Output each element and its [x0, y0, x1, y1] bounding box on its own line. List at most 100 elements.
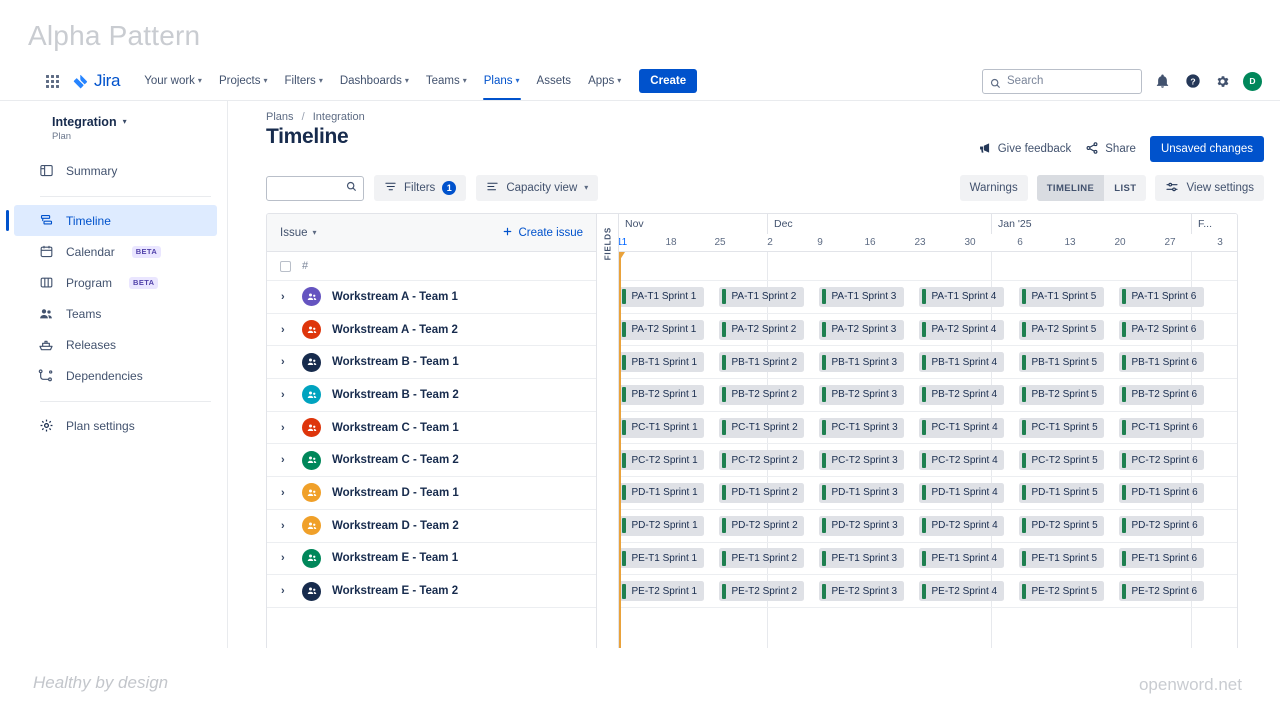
- table-row[interactable]: › Workstream D - Team 1: [267, 477, 596, 510]
- sprint-bar[interactable]: PC-T2 Sprint 4: [919, 450, 1004, 471]
- sprint-bar[interactable]: PC-T2 Sprint 2: [719, 450, 804, 471]
- sprint-bar[interactable]: PA-T1 Sprint 4: [919, 286, 1004, 307]
- global-search-box[interactable]: [982, 68, 1142, 94]
- table-row[interactable]: › Workstream C - Team 1: [267, 412, 596, 445]
- nav-item-plans[interactable]: Plans ▾: [476, 62, 528, 100]
- sprint-bar[interactable]: PD-T2 Sprint 3: [819, 515, 904, 536]
- sprint-bar[interactable]: PC-T1 Sprint 3: [819, 417, 904, 438]
- nav-item-teams[interactable]: Teams ▾: [418, 62, 475, 100]
- sidebar-item-plan-settings[interactable]: Plan settings: [14, 410, 217, 441]
- table-row[interactable]: › Workstream B - Team 1: [267, 346, 596, 380]
- sprint-bar[interactable]: PA-T2 Sprint 1: [619, 319, 704, 340]
- sprint-bar[interactable]: PC-T2 Sprint 3: [819, 450, 904, 471]
- sidebar-item-teams[interactable]: Teams: [14, 298, 217, 329]
- nav-item-apps[interactable]: Apps ▾: [580, 62, 629, 100]
- sprint-bar[interactable]: PE-T2 Sprint 3: [819, 581, 904, 602]
- expand-chevron-icon[interactable]: ›: [281, 422, 291, 434]
- nav-item-assets[interactable]: Assets: [529, 62, 580, 100]
- sprint-bar[interactable]: PB-T1 Sprint 1: [619, 352, 704, 373]
- sprint-bar[interactable]: PB-T1 Sprint 5: [1019, 352, 1104, 373]
- sidebar-item-releases[interactable]: Releases: [14, 329, 217, 360]
- sprint-bar[interactable]: PD-T1 Sprint 5: [1019, 482, 1104, 503]
- sprint-bar[interactable]: PB-T2 Sprint 6: [1119, 384, 1204, 405]
- sprint-bar[interactable]: PD-T1 Sprint 1: [619, 482, 704, 503]
- sidebar-item-timeline[interactable]: Timeline: [6, 205, 217, 236]
- breadcrumb-plans[interactable]: Plans: [266, 111, 294, 123]
- table-row[interactable]: › Workstream B - Team 2: [267, 379, 596, 412]
- sprint-bar[interactable]: PC-T2 Sprint 5: [1019, 450, 1104, 471]
- timeline-search-box[interactable]: [266, 175, 364, 201]
- global-search-input[interactable]: [1007, 75, 1141, 87]
- table-row[interactable]: › Workstream A - Team 1: [267, 281, 596, 314]
- sprint-bar[interactable]: PA-T2 Sprint 3: [819, 319, 904, 340]
- jira-logo[interactable]: Jira: [72, 71, 121, 91]
- warnings-button[interactable]: Warnings: [959, 175, 1028, 201]
- table-row[interactable]: › Workstream A - Team 2: [267, 314, 596, 347]
- expand-chevron-icon[interactable]: ›: [281, 585, 291, 597]
- view-mode-timeline[interactable]: TIMELINE: [1036, 175, 1105, 201]
- sprint-bar[interactable]: PA-T1 Sprint 5: [1019, 286, 1104, 307]
- sprint-bar[interactable]: PC-T1 Sprint 6: [1119, 417, 1204, 438]
- expand-chevron-icon[interactable]: ›: [281, 389, 291, 401]
- nav-item-filters[interactable]: Filters ▾: [277, 62, 331, 100]
- capacity-view-dropdown[interactable]: Capacity view ▾: [476, 175, 599, 201]
- expand-chevron-icon[interactable]: ›: [281, 324, 291, 336]
- expand-chevron-icon[interactable]: ›: [281, 552, 291, 564]
- sprint-bar[interactable]: PC-T1 Sprint 2: [719, 417, 804, 438]
- sprint-bar[interactable]: PD-T1 Sprint 4: [919, 482, 1004, 503]
- breadcrumb-integration[interactable]: Integration: [313, 111, 365, 123]
- create-button[interactable]: Create: [639, 69, 698, 93]
- sprint-bar[interactable]: PD-T2 Sprint 5: [1019, 515, 1104, 536]
- user-avatar[interactable]: D: [1243, 71, 1262, 91]
- view-settings-button[interactable]: View settings: [1155, 175, 1264, 201]
- notifications-bell-icon[interactable]: [1153, 72, 1172, 91]
- issue-column-dropdown[interactable]: Issue ▾: [280, 227, 317, 239]
- fields-column[interactable]: FIELDS: [597, 214, 619, 648]
- sprint-bar[interactable]: PE-T2 Sprint 1: [619, 581, 704, 602]
- sprint-bar[interactable]: PD-T1 Sprint 6: [1119, 482, 1204, 503]
- sprint-bar[interactable]: PD-T2 Sprint 4: [919, 515, 1004, 536]
- sprint-bar[interactable]: PE-T2 Sprint 5: [1019, 581, 1104, 602]
- sprint-bar[interactable]: PC-T1 Sprint 1: [619, 417, 704, 438]
- sprint-bar[interactable]: PB-T2 Sprint 1: [619, 384, 704, 405]
- sprint-bar[interactable]: PD-T1 Sprint 3: [819, 482, 904, 503]
- help-question-icon[interactable]: ?: [1183, 72, 1202, 91]
- sprint-bar[interactable]: PA-T2 Sprint 6: [1119, 319, 1204, 340]
- unsaved-changes-button[interactable]: Unsaved changes: [1149, 136, 1264, 162]
- apps-grid-icon[interactable]: [46, 74, 59, 88]
- select-all-checkbox[interactable]: [280, 260, 291, 272]
- sidebar-item-dependencies[interactable]: Dependencies: [14, 360, 217, 391]
- sprint-bar[interactable]: PE-T1 Sprint 4: [919, 548, 1004, 569]
- create-issue-button[interactable]: Create issue: [502, 226, 583, 240]
- expand-chevron-icon[interactable]: ›: [281, 454, 291, 466]
- sprint-bar[interactable]: PB-T2 Sprint 3: [819, 384, 904, 405]
- sprint-bar[interactable]: PE-T1 Sprint 5: [1019, 548, 1104, 569]
- sprint-bar[interactable]: PA-T1 Sprint 1: [619, 286, 704, 307]
- expand-chevron-icon[interactable]: ›: [281, 520, 291, 532]
- timeline-search-input[interactable]: [273, 182, 346, 194]
- sprint-bar[interactable]: PE-T2 Sprint 6: [1119, 581, 1204, 602]
- sprint-bar[interactable]: PE-T1 Sprint 6: [1119, 548, 1204, 569]
- sprint-bar[interactable]: PE-T2 Sprint 4: [919, 581, 1004, 602]
- nav-item-dashboards[interactable]: Dashboards ▾: [332, 62, 417, 100]
- sprint-bar[interactable]: PE-T1 Sprint 1: [619, 548, 704, 569]
- sprint-bar[interactable]: PE-T1 Sprint 2: [719, 548, 804, 569]
- nav-item-projects[interactable]: Projects ▾: [211, 62, 276, 100]
- sprint-bar[interactable]: PA-T2 Sprint 4: [919, 319, 1004, 340]
- sprint-bar[interactable]: PA-T2 Sprint 5: [1019, 319, 1104, 340]
- sidebar-item-calendar[interactable]: Calendar BETA: [14, 236, 217, 267]
- sprint-bar[interactable]: PD-T2 Sprint 1: [619, 515, 704, 536]
- expand-chevron-icon[interactable]: ›: [281, 356, 291, 368]
- sprint-bar[interactable]: PE-T2 Sprint 2: [719, 581, 804, 602]
- settings-gear-icon[interactable]: [1213, 72, 1232, 91]
- nav-item-your-work[interactable]: Your work ▾: [136, 62, 210, 100]
- plan-name-dropdown[interactable]: Integration ▾: [52, 115, 211, 129]
- table-row[interactable]: › Workstream D - Team 2: [267, 510, 596, 543]
- filters-button[interactable]: Filters 1: [374, 175, 467, 201]
- sprint-bar[interactable]: PC-T2 Sprint 6: [1119, 450, 1204, 471]
- sprint-bar[interactable]: PA-T1 Sprint 6: [1119, 286, 1204, 307]
- view-mode-list[interactable]: LIST: [1104, 175, 1146, 201]
- sprint-bar[interactable]: PB-T1 Sprint 3: [819, 352, 904, 373]
- expand-chevron-icon[interactable]: ›: [281, 487, 291, 499]
- sprint-bar[interactable]: PB-T1 Sprint 4: [919, 352, 1004, 373]
